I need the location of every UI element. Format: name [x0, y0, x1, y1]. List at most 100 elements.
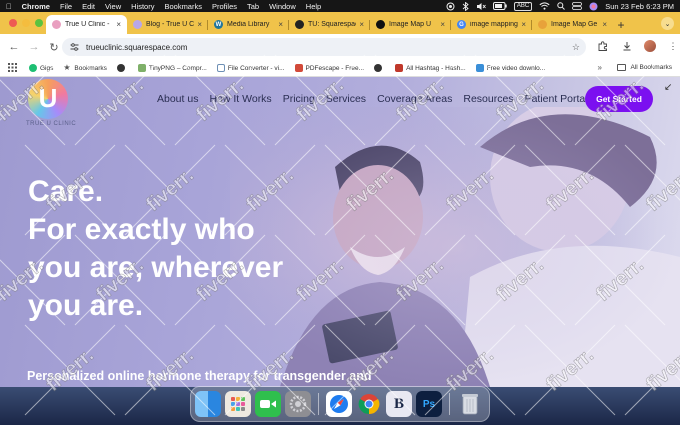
- bookmark-pdfescape[interactable]: PDFescape - Free...: [294, 64, 364, 72]
- tab-squarespace[interactable]: TU: Squarespac ×: [289, 15, 370, 34]
- tab-favicon-icon: [52, 20, 61, 29]
- back-button[interactable]: ←: [6, 39, 22, 55]
- battery-icon[interactable]: [492, 2, 507, 10]
- wifi-icon[interactable]: [539, 2, 550, 10]
- menu-profiles[interactable]: Profiles: [212, 2, 237, 11]
- tinypng-icon: [137, 64, 146, 72]
- bookmark-file-converter[interactable]: File Converter - vi...: [216, 64, 285, 72]
- extensions-puzzle-icon[interactable]: [596, 39, 610, 53]
- menu-history[interactable]: History: [131, 2, 154, 11]
- bookmark-bookmarks[interactable]: ★ Bookmarks: [63, 64, 107, 72]
- bluetooth-icon[interactable]: [462, 1, 469, 11]
- bookmark-free-video[interactable]: Free video downlo...: [475, 64, 545, 72]
- reload-button[interactable]: ↻: [46, 39, 62, 55]
- menu-view[interactable]: View: [105, 2, 121, 11]
- close-tab-icon[interactable]: ×: [278, 20, 283, 29]
- system-settings-icon[interactable]: [285, 391, 311, 417]
- bookmark-tinypng[interactable]: TinyPNG – Compr...: [137, 64, 207, 72]
- hero-line: For exactly who: [28, 213, 255, 246]
- trash-icon[interactable]: [457, 391, 483, 417]
- more-options-icon[interactable]: ⋮: [666, 39, 680, 53]
- close-tab-icon[interactable]: ×: [197, 20, 202, 29]
- close-tab-icon[interactable]: ×: [521, 20, 526, 29]
- fiverr-icon: [29, 64, 37, 72]
- close-tab-icon[interactable]: ×: [440, 20, 445, 29]
- menu-help[interactable]: Help: [306, 2, 321, 11]
- bookmark-globe[interactable]: [116, 64, 128, 72]
- search-icon[interactable]: [557, 2, 566, 10]
- safari-icon[interactable]: [326, 391, 352, 417]
- menu-window[interactable]: Window: [269, 2, 296, 11]
- facetime-icon[interactable]: [255, 391, 281, 417]
- get-started-button[interactable]: Get Started: [585, 86, 653, 112]
- browser-toolbar: ← → ↻ trueuclinic.squarespace.com ☆ ⋮: [0, 34, 680, 60]
- nav-services[interactable]: Services: [326, 93, 366, 105]
- menu-file[interactable]: File: [60, 2, 72, 11]
- apps-grid-icon[interactable]: [8, 62, 17, 74]
- nav-about-us[interactable]: About us: [157, 93, 198, 105]
- nav-how-it-works[interactable]: How It Works: [209, 93, 271, 105]
- google-icon: G: [457, 20, 466, 29]
- close-tab-icon[interactable]: ×: [602, 20, 607, 29]
- menu-chrome[interactable]: Chrome: [22, 2, 50, 11]
- browser-chrome: True U Clinic - × Blog - True U C × W Me…: [0, 12, 680, 77]
- globe-icon: [295, 20, 304, 29]
- bookmark-all-hashtag[interactable]: All Hashtag - Hash...: [395, 64, 466, 72]
- site-info-icon[interactable]: [68, 41, 80, 53]
- menu-edit[interactable]: Edit: [82, 2, 95, 11]
- site-navigation: About us How It Works Pricing Services C…: [157, 93, 599, 105]
- apple-icon[interactable]: : [6, 2, 12, 11]
- control-center-icon[interactable]: [572, 2, 583, 10]
- website-viewport: U TRUE U CLINIC About us How It Works Pr…: [0, 77, 680, 387]
- forward-button[interactable]: →: [26, 39, 42, 55]
- reload-icon: ↻: [49, 41, 59, 54]
- arrow-right-icon: →: [28, 41, 40, 53]
- launchpad-icon[interactable]: [225, 391, 251, 417]
- site-logo[interactable]: U TRUE U CLINIC: [24, 79, 76, 129]
- tab-title: Image Map U: [389, 21, 432, 28]
- url-text[interactable]: trueuclinic.squarespace.com: [86, 43, 187, 52]
- dock-separator: [449, 393, 450, 415]
- wordpress-icon: W: [214, 20, 223, 29]
- close-tab-icon[interactable]: ×: [359, 20, 364, 29]
- nav-patient-portal[interactable]: Patient Portal: [525, 93, 588, 105]
- record-icon[interactable]: [446, 2, 455, 11]
- bookmark-star-icon[interactable]: ☆: [572, 42, 580, 53]
- mute-icon[interactable]: [476, 2, 486, 11]
- nav-resources[interactable]: Resources: [463, 93, 513, 105]
- tab-image-map-u[interactable]: Image Map U ×: [370, 15, 451, 34]
- finder-icon[interactable]: [195, 391, 221, 417]
- photoshop-icon[interactable]: Ps: [416, 391, 442, 417]
- menu-extras: ABC Sun 23 Feb 6:23 PM: [446, 1, 674, 11]
- chrome-icon[interactable]: [356, 391, 382, 417]
- hero-line: you are, wherever: [28, 251, 284, 284]
- bookmark-globe-2[interactable]: [374, 64, 385, 72]
- all-bookmarks-folder[interactable]: All Bookmarks: [617, 64, 672, 71]
- nav-coverage-areas[interactable]: Coverage Areas: [377, 93, 452, 105]
- tab-true-u-clinic[interactable]: True U Clinic - ×: [46, 15, 127, 34]
- dock-separator: [318, 393, 319, 415]
- tab-blog[interactable]: Blog - True U C ×: [127, 15, 208, 34]
- hero-line: you are.: [28, 289, 144, 322]
- input-source-badge[interactable]: ABC: [513, 1, 533, 11]
- download-icon[interactable]: [620, 39, 634, 53]
- clock[interactable]: Sun 23 Feb 6:23 PM: [605, 2, 674, 11]
- nav-pricing[interactable]: Pricing: [283, 93, 315, 105]
- bbedit-icon[interactable]: B: [386, 391, 412, 417]
- close-tab-icon[interactable]: ×: [116, 20, 121, 29]
- address-bar[interactable]: trueuclinic.squarespace.com ☆: [62, 38, 586, 56]
- hero-heading: Care. For exactly who you are, wherever …: [28, 173, 283, 325]
- tab-media-library[interactable]: W Media Library ×: [208, 15, 289, 34]
- more-bookmarks-icon[interactable]: »: [598, 63, 602, 72]
- collapse-arrow-icon[interactable]: ↙: [664, 82, 672, 93]
- profile-avatar[interactable]: [644, 40, 656, 52]
- tab-search-button[interactable]: ⌄: [661, 17, 674, 30]
- siri-icon[interactable]: [589, 2, 598, 11]
- tab-title: Blog - True U C: [146, 21, 195, 28]
- tab-image-mapping[interactable]: G image mapping ×: [451, 15, 532, 34]
- bookmark-gigs[interactable]: Gigs: [29, 64, 53, 72]
- menu-tab[interactable]: Tab: [247, 2, 259, 11]
- tab-image-map-generator[interactable]: Image Map Ge ×: [532, 15, 613, 34]
- new-tab-button[interactable]: +: [613, 15, 629, 34]
- menu-bookmarks[interactable]: Bookmarks: [164, 2, 202, 11]
